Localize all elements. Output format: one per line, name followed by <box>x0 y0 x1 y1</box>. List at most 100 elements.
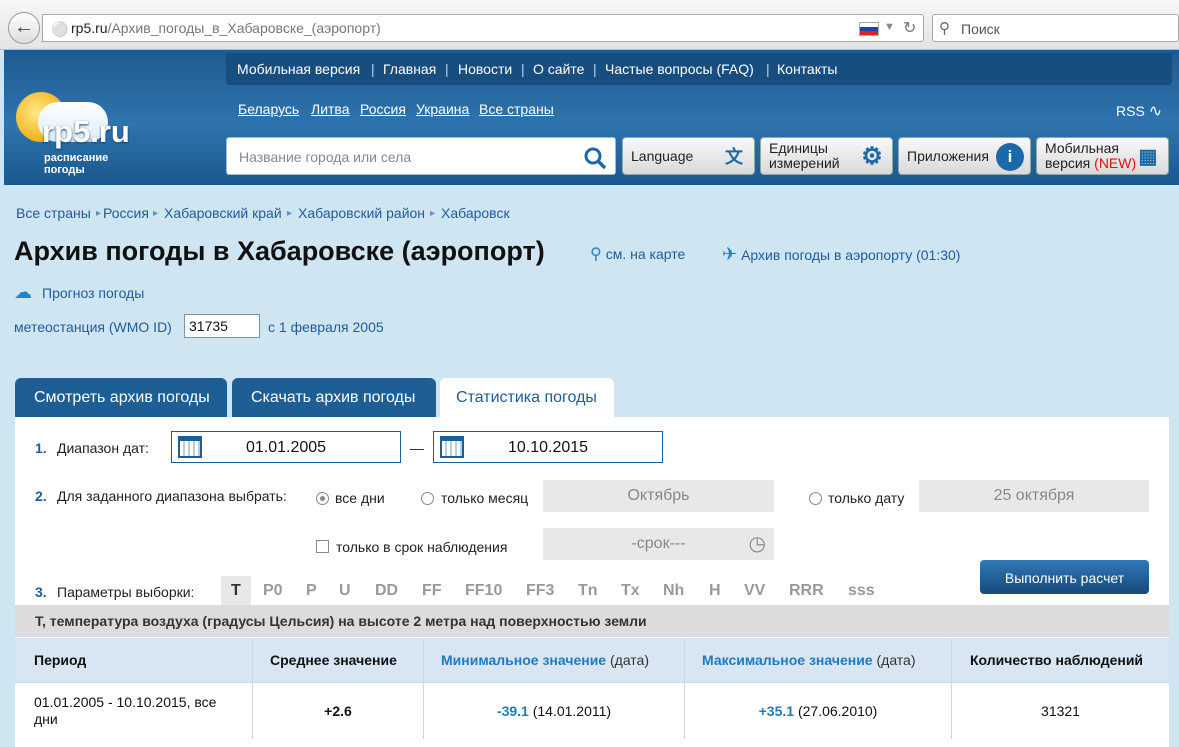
param-ff3[interactable]: FF3 <box>526 582 554 600</box>
param-sss[interactable]: sss <box>848 582 875 600</box>
param-p[interactable]: P <box>306 582 317 600</box>
site-header: Мобильная версия | Главная | Новости | О… <box>4 50 1179 185</box>
nav-separator: | <box>445 61 449 77</box>
date-to-field[interactable]: 10.10.2015 <box>433 431 663 463</box>
param-nh[interactable]: Nh <box>663 582 684 600</box>
date-select[interactable]: 25 октября <box>919 480 1149 512</box>
calendar-icon[interactable] <box>440 436 464 458</box>
radio-date[interactable] <box>809 492 822 505</box>
station-label: метеостанция (WMO ID) <box>14 319 172 335</box>
date-from-field[interactable]: 01.01.2005 <box>171 431 401 463</box>
city-search-input[interactable]: Название города или села <box>226 137 616 175</box>
reload-icon[interactable]: ↻ <box>903 18 916 38</box>
step-number: 2. <box>35 488 47 504</box>
param-rrr[interactable]: RRR <box>789 582 824 600</box>
header-average: Среднее значение <box>270 652 397 668</box>
chevron-right-icon: ▸ <box>153 208 159 219</box>
obs-time-checkbox[interactable] <box>316 540 329 553</box>
nav-faq[interactable]: Частые вопросы (FAQ) <box>605 61 754 77</box>
date-dash: — <box>410 440 424 456</box>
param-description: T, температура воздуха (градусы Цельсия)… <box>15 605 1169 637</box>
translate-icon: 文 <box>725 147 743 167</box>
station-since: с 1 февраля 2005 <box>268 319 384 335</box>
nav-separator: | <box>766 61 770 77</box>
param-p0[interactable]: P0 <box>263 582 283 600</box>
header-minimum: Минимальное значение (дата) <box>441 652 649 668</box>
breadcrumb-item[interactable]: Хабаровский район <box>298 205 425 221</box>
address-bar[interactable]: ⚪ rp5.ru/Архив_погоды_в_Хабаровске_(аэро… <box>42 14 924 42</box>
date-from-value: 01.01.2005 <box>246 439 327 456</box>
station-id-input[interactable]: 31735 <box>184 314 260 338</box>
breadcrumb-item[interactable]: Хабаровский край <box>164 205 282 221</box>
rss-link[interactable]: RSS ∿ <box>1116 101 1162 121</box>
forecast-link[interactable]: ☁ Прогноз погоды <box>14 282 144 303</box>
tab-download-archive[interactable]: Скачать архив погоды <box>232 378 436 418</box>
browser-search-input[interactable]: ⚲ Поиск <box>932 14 1179 42</box>
chevron-down-icon[interactable]: ▼ <box>884 21 895 33</box>
nav-news[interactable]: Новости <box>458 61 512 77</box>
language-label: Language <box>631 148 694 164</box>
radio-all-days[interactable] <box>316 492 329 505</box>
param-dd[interactable]: DD <box>375 582 398 600</box>
param-ff10[interactable]: FF10 <box>465 582 502 600</box>
param-u[interactable]: U <box>339 582 351 600</box>
gear-icon: ⚙ <box>861 143 883 170</box>
globe-icon: ⚪ <box>51 21 69 37</box>
airport-archive-link[interactable]: ✈ Архив погоды в аэропорту (01:30) <box>722 244 960 265</box>
calendar-icon[interactable] <box>178 436 202 458</box>
top-navigation: Мобильная версия | Главная | Новости | О… <box>226 53 1172 85</box>
apps-button[interactable]: Приложения i <box>898 137 1031 175</box>
tab-statistics[interactable]: Статистика погоды <box>440 378 614 418</box>
country-all[interactable]: Все страны <box>479 101 554 117</box>
param-tx[interactable]: Tx <box>621 582 640 600</box>
select-range-label: Для заданного диапазона выбрать: <box>57 488 287 504</box>
breadcrumb-item[interactable]: Все страны <box>16 205 91 221</box>
param-tn[interactable]: Tn <box>578 582 598 600</box>
units-button[interactable]: Единицы измерений ⚙ <box>760 137 893 175</box>
header-period: Период <box>34 652 87 668</box>
mobile-version-button[interactable]: Мобильная версия (NEW) ▦ <box>1036 137 1169 175</box>
tab-view-archive[interactable]: Смотреть архив погоды <box>15 378 227 418</box>
back-arrow-icon[interactable]: ← <box>8 12 40 44</box>
city-search-placeholder: Название города или села <box>239 149 412 165</box>
map-pin-icon: ⚲ <box>590 246 602 263</box>
nav-separator: | <box>593 61 597 77</box>
step-number: 1. <box>35 440 47 456</box>
param-h[interactable]: H <box>709 582 721 600</box>
country-ukraine[interactable]: Украина <box>416 101 469 117</box>
clock-icon: ◷ <box>748 533 766 555</box>
address-url: rp5.ru/Архив_погоды_в_Хабаровске_(аэропо… <box>71 20 381 36</box>
language-button[interactable]: Language 文 <box>622 137 755 175</box>
date-range-label: Диапазон дат: <box>57 440 149 456</box>
run-calculation-button[interactable]: Выполнить расчет <box>980 560 1149 594</box>
search-icon[interactable] <box>583 146 607 170</box>
units-label: Единицы измерений <box>769 140 840 171</box>
nav-home[interactable]: Главная <box>383 61 436 77</box>
param-ff[interactable]: FF <box>422 582 442 600</box>
country-russia[interactable]: Россия <box>360 101 406 117</box>
param-t[interactable]: T <box>221 576 251 606</box>
mobile-version-label: Мобильная версия (NEW) <box>1045 140 1137 171</box>
site-logo[interactable]: rp5.ru расписание погоды <box>10 88 150 180</box>
logo-name: rp5.ru <box>42 114 130 149</box>
cell-average: +2.6 <box>324 703 352 719</box>
cell-minimum: -39.1 (14.01.2011) <box>496 703 612 719</box>
breadcrumb-item[interactable]: Хабаровск <box>441 205 510 221</box>
obs-time-label: только в срок наблюдения <box>336 539 508 555</box>
month-select[interactable]: Октябрь <box>543 480 774 512</box>
country-lithuania[interactable]: Литва <box>311 101 350 117</box>
nav-mobile-version[interactable]: Мобильная версия <box>237 61 360 77</box>
param-vv[interactable]: VV <box>744 582 765 600</box>
nav-contacts[interactable]: Контакты <box>777 61 837 77</box>
breadcrumb-item[interactable]: Россия <box>103 205 149 221</box>
country-belarus[interactable]: Беларусь <box>238 101 299 117</box>
radio-month[interactable] <box>421 492 434 505</box>
search-icon: ⚲ <box>939 20 950 37</box>
chevron-right-icon: ▸ <box>287 208 293 219</box>
nav-about[interactable]: О сайте <box>533 61 584 77</box>
russia-flag-icon <box>859 22 879 36</box>
browser-search-placeholder: Поиск <box>961 21 1000 37</box>
map-link[interactable]: ⚲ см. на карте <box>590 244 685 264</box>
cloud-icon: ☁ <box>14 282 32 302</box>
obs-time-select[interactable]: -срок--- ◷ <box>543 528 774 560</box>
